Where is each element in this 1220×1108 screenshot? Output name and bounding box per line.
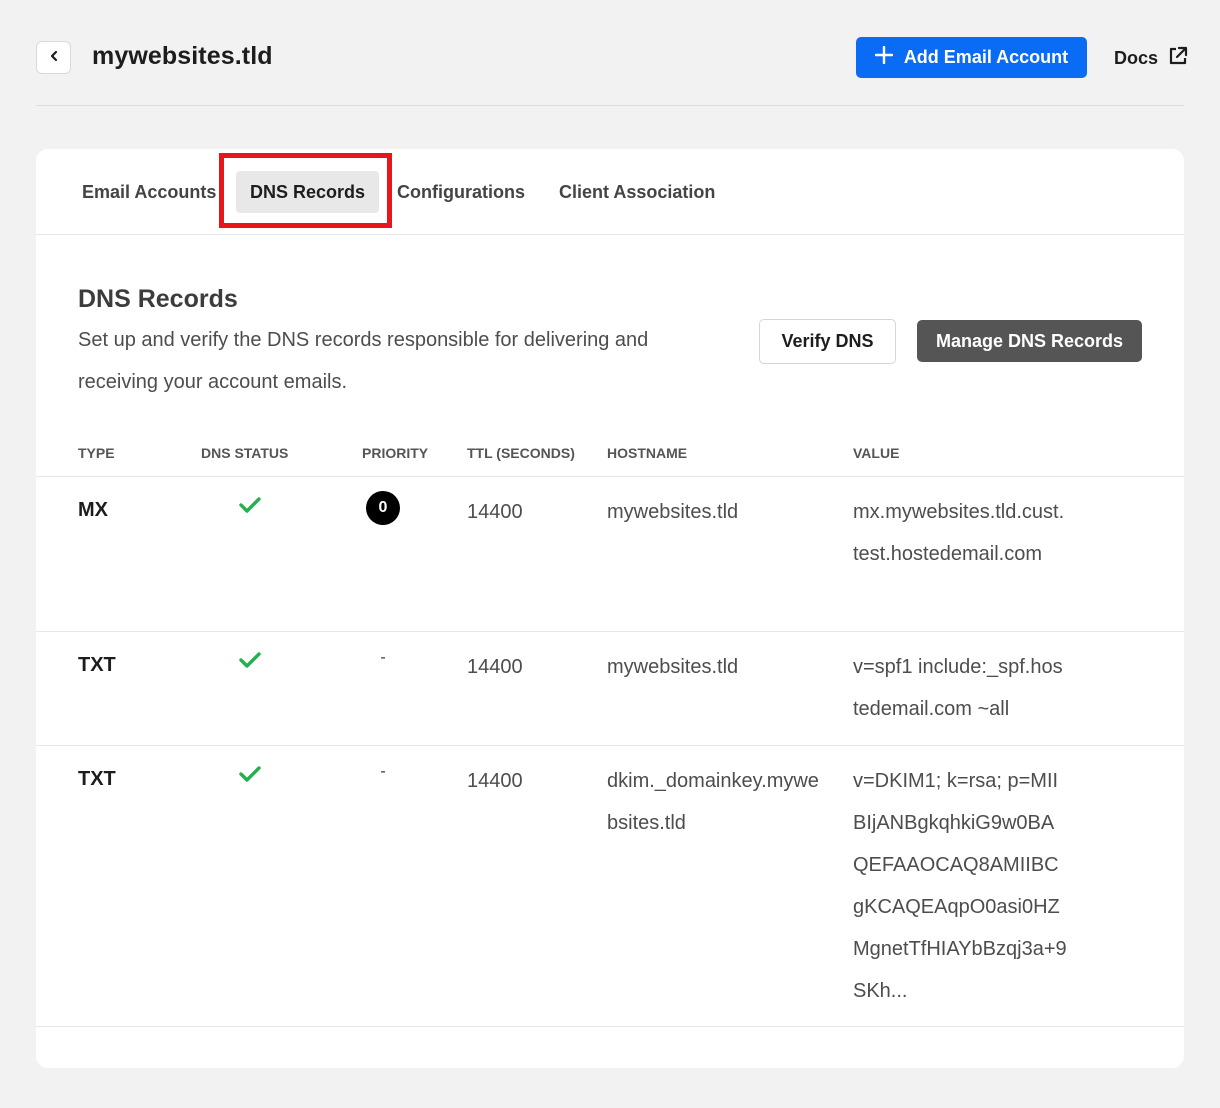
tab-bar: Email Accounts DNS Records Configuration… (36, 149, 1184, 235)
record-ttl: 14400 (467, 501, 523, 523)
priority-empty: - (380, 649, 386, 666)
table-row: TXT - 14400 dkim._domainkey.mywebsites.t… (36, 746, 1184, 1027)
section-title: DNS Records (78, 285, 238, 313)
chevron-left-icon (49, 49, 59, 67)
add-email-account-label: Add Email Account (903, 47, 1069, 67)
record-type: MX (78, 499, 108, 521)
column-header-hostname: HOSTNAME (607, 445, 688, 461)
record-priority: - (366, 646, 400, 668)
tab-configurations[interactable]: Configurations (397, 171, 525, 213)
plus-icon (874, 45, 894, 69)
back-button[interactable] (36, 41, 71, 74)
check-icon (238, 495, 262, 521)
section-description: Set up and verify the DNS records respon… (78, 329, 649, 393)
column-header-type: TYPE (78, 445, 115, 461)
priority-badge: 0 (366, 491, 400, 525)
column-header-priority: PRIORITY (362, 445, 429, 461)
record-value: v=DKIM1; k=rsa; p=MIIBIjANBgkqhkiG9w0BAQ… (853, 770, 1067, 1002)
page-header: mywebsites.tld Add Email Account Docs (36, 36, 1188, 106)
record-hostname: dkim._domainkey.mywebsites.tld (607, 770, 819, 834)
docs-label: Docs (1114, 47, 1159, 68)
table-row: TXT - 14400 mywebsites.tld v=spf1 includ… (36, 632, 1184, 746)
column-header-ttl: TTL (SECONDS) (467, 445, 575, 461)
record-ttl: 14400 (467, 656, 523, 678)
column-header-dns-status: DNS STATUS (201, 445, 289, 461)
record-type: TXT (78, 768, 116, 790)
tab-email-accounts[interactable]: Email Accounts (82, 171, 216, 213)
record-priority: - (366, 760, 400, 782)
dns-records-card: Email Accounts DNS Records Configuration… (36, 149, 1184, 1068)
record-priority: 0 (366, 491, 400, 525)
record-value: v=spf1 include:_spf.hostedemail.com ~all (853, 656, 1063, 720)
column-header-value: VALUE (853, 445, 900, 461)
table-row: MX 0 14400 mywebsites.tld mx.mywebsites.… (36, 477, 1184, 632)
verify-dns-button[interactable]: Verify DNS (759, 319, 896, 364)
tab-client-association[interactable]: Client Association (559, 171, 715, 213)
record-value: mx.mywebsites.tld.cust.test.hostedemail.… (853, 501, 1065, 565)
record-type: TXT (78, 654, 116, 676)
manage-dns-records-button[interactable]: Manage DNS Records (917, 320, 1142, 362)
add-email-account-button[interactable]: Add Email Account (856, 37, 1087, 78)
external-link-icon (1168, 46, 1188, 71)
page-title: mywebsites.tld (92, 42, 273, 70)
table-header: TYPE DNS STATUS PRIORITY TTL (SECONDS) H… (36, 429, 1184, 477)
record-ttl: 14400 (467, 770, 523, 792)
record-hostname: mywebsites.tld (607, 656, 739, 678)
check-icon (238, 764, 262, 790)
priority-empty: - (380, 763, 386, 780)
record-hostname: mywebsites.tld (607, 501, 739, 523)
docs-link[interactable]: Docs (1114, 46, 1188, 71)
tab-dns-records[interactable]: DNS Records (236, 171, 380, 213)
check-icon (238, 650, 262, 676)
